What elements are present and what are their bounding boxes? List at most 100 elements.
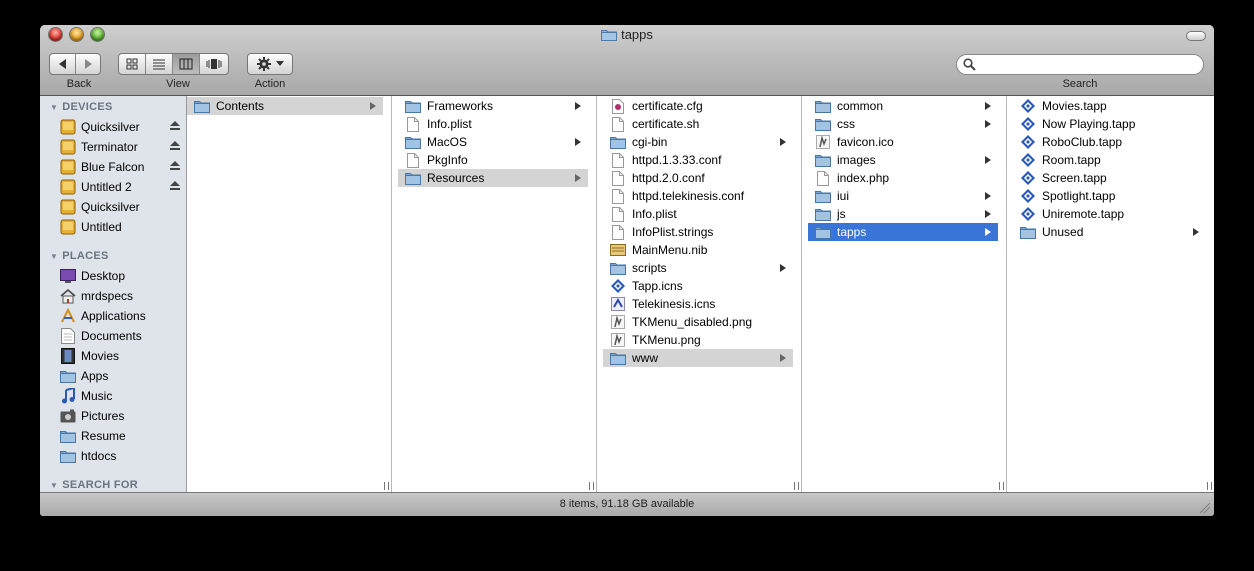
- browser-column[interactable]: Movies.tapp Now Playing.tapp RoboClub.tapp…: [1007, 96, 1214, 492]
- sidebar-item[interactable]: Apps: [60, 366, 186, 386]
- list-item[interactable]: scripts: [603, 259, 793, 277]
- list-item[interactable]: PkgInfo: [398, 151, 588, 169]
- forward-button[interactable]: [76, 54, 100, 74]
- list-item[interactable]: Unused: [1013, 223, 1206, 241]
- sidebar-item[interactable]: Quicksilver: [60, 197, 186, 217]
- column-view-button[interactable]: [173, 54, 200, 74]
- sidebar-item[interactable]: Desktop: [60, 266, 186, 286]
- column-resize-handle[interactable]: [999, 482, 1004, 490]
- search-for-header[interactable]: ▼ SEARCH FOR: [50, 479, 138, 491]
- list-item[interactable]: MacOS: [398, 133, 588, 151]
- search-field[interactable]: [956, 54, 1204, 75]
- sidebar-item[interactable]: Quicksilver: [60, 117, 186, 137]
- item-label: scripts: [632, 261, 667, 275]
- column-resize-handle[interactable]: [794, 482, 799, 490]
- tapp-file-icon: [1020, 116, 1036, 132]
- sidebar-item-label: Applications: [81, 309, 146, 323]
- browser-column[interactable]: common css favicon.ico images index.php iui js…: [802, 96, 1007, 492]
- browser-column[interactable]: Frameworks Info.plist MacOS PkgInfo Resource…: [392, 96, 597, 492]
- list-item[interactable]: css: [808, 115, 998, 133]
- list-item[interactable]: MainMenu.nib: [603, 241, 793, 259]
- hd-icon: [60, 159, 76, 175]
- list-item[interactable]: Resources: [398, 169, 588, 187]
- list-item[interactable]: TKMenu_disabled.png: [603, 313, 793, 331]
- list-item[interactable]: Info.plist: [398, 115, 588, 133]
- coverflow-view-button[interactable]: [200, 54, 228, 74]
- search-input[interactable]: [979, 57, 1198, 73]
- list-item[interactable]: httpd.2.0.conf: [603, 169, 793, 187]
- sidebar-item[interactable]: Music: [60, 386, 186, 406]
- sidebar-item[interactable]: Untitled 2: [60, 177, 186, 197]
- list-item[interactable]: index.php: [808, 169, 998, 187]
- sidebar-item[interactable]: Blue Falcon: [60, 157, 186, 177]
- list-item[interactable]: httpd.telekinesis.conf: [603, 187, 793, 205]
- browser-column[interactable]: certificate.cfg certificate.sh cgi-bin http…: [597, 96, 802, 492]
- places-header[interactable]: ▼ PLACES: [50, 250, 109, 262]
- column-resize-handle[interactable]: [589, 482, 594, 490]
- list-item[interactable]: certificate.cfg: [603, 97, 793, 115]
- eject-icon[interactable]: [170, 161, 180, 170]
- item-label: Contents: [216, 99, 265, 113]
- devices-header[interactable]: ▼ DEVICES: [50, 101, 113, 113]
- sidebar-item[interactable]: Pictures: [60, 406, 186, 426]
- list-item[interactable]: Contents: [187, 97, 383, 115]
- action-button-inner[interactable]: [248, 54, 292, 74]
- sidebar-item[interactable]: Movies: [60, 346, 186, 366]
- list-view-button[interactable]: [146, 54, 173, 74]
- sidebar-item[interactable]: htdocs: [60, 446, 186, 466]
- sidebar-item[interactable]: mrdspecs: [60, 286, 186, 306]
- eject-icon[interactable]: [170, 141, 180, 150]
- column-resize-handle[interactable]: [384, 482, 389, 490]
- list-item[interactable]: Room.tapp: [1013, 151, 1206, 169]
- column-resize-handle[interactable]: [1207, 482, 1212, 490]
- sidebar-item[interactable]: Resume: [60, 426, 186, 446]
- list-item[interactable]: js: [808, 205, 998, 223]
- list-item[interactable]: Frameworks: [398, 97, 588, 115]
- list-item[interactable]: Movies.tapp: [1013, 97, 1206, 115]
- item-label: Telekinesis.icns: [632, 297, 716, 311]
- list-item[interactable]: iui: [808, 187, 998, 205]
- browser-column[interactable]: Contents: [187, 96, 392, 492]
- item-label: iui: [837, 189, 850, 203]
- eject-icon[interactable]: [170, 121, 180, 130]
- list-item[interactable]: Uniremote.tapp: [1013, 205, 1206, 223]
- back-button[interactable]: [50, 54, 76, 74]
- list-item[interactable]: Spotlight.tapp: [1013, 187, 1206, 205]
- icon-view-button[interactable]: [119, 54, 146, 74]
- list-item[interactable]: TKMenu.png: [603, 331, 793, 349]
- folder-icon: [405, 170, 421, 186]
- status-text: 8 items, 91.18 GB available: [559, 498, 695, 510]
- sidebar-item[interactable]: Untitled: [60, 217, 186, 237]
- list-item[interactable]: tapps: [808, 223, 998, 241]
- folder-icon: [815, 152, 831, 168]
- list-item[interactable]: Telekinesis.icns: [603, 295, 793, 313]
- sidebar-item-label: Untitled: [81, 220, 122, 234]
- list-item[interactable]: www: [603, 349, 793, 367]
- sidebar-item[interactable]: Terminator: [60, 137, 186, 157]
- resize-grip[interactable]: [1200, 503, 1210, 513]
- sidebar-item[interactable]: Applications: [60, 306, 186, 326]
- list-item[interactable]: httpd.1.3.33.conf: [603, 151, 793, 169]
- list-item[interactable]: cgi-bin: [603, 133, 793, 151]
- sidebar-item-label: Desktop: [81, 269, 126, 283]
- list-item[interactable]: common: [808, 97, 998, 115]
- sidebar-item[interactable]: Documents: [60, 326, 186, 346]
- toolbar-toggle-button[interactable]: [1186, 31, 1206, 41]
- disclosure-arrow-icon: [575, 138, 581, 146]
- list-item[interactable]: Screen.tapp: [1013, 169, 1206, 187]
- list-item[interactable]: RoboClub.tapp: [1013, 133, 1206, 151]
- folder-icon: [405, 134, 421, 150]
- list-item[interactable]: InfoPlist.strings: [603, 223, 793, 241]
- item-label: css: [837, 117, 855, 131]
- list-item[interactable]: Now Playing.tapp: [1013, 115, 1206, 133]
- eject-icon[interactable]: [170, 181, 180, 190]
- list-item[interactable]: favicon.ico: [808, 133, 998, 151]
- folder-icon: [610, 260, 626, 276]
- list-item[interactable]: images: [808, 151, 998, 169]
- list-item[interactable]: Info.plist: [603, 205, 793, 223]
- list-item[interactable]: Tapp.icns: [603, 277, 793, 295]
- list-item[interactable]: certificate.sh: [603, 115, 793, 133]
- forward-arrow-icon: [85, 59, 92, 69]
- disclosure-arrow-icon: [985, 210, 991, 218]
- action-menu-button[interactable]: [247, 53, 293, 75]
